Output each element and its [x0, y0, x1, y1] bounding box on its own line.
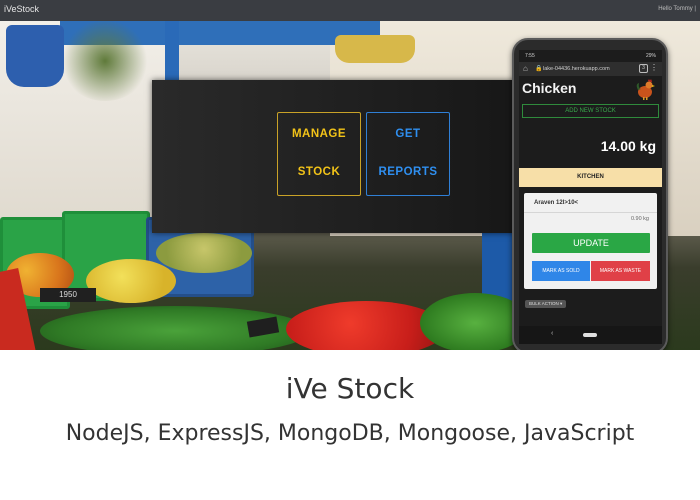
- project-title: iVe Stock: [285, 372, 415, 405]
- get-reports-line2: REPORTS: [378, 166, 438, 178]
- hero-image: 1950 MANAGE STOCK GET REPORTS 7:55 29% ⌂…: [0, 21, 700, 350]
- price-tag: 1950: [40, 288, 96, 302]
- home-icon[interactable]: ⌂: [523, 64, 528, 73]
- location-tab-kitchen[interactable]: KITCHEN: [519, 168, 662, 187]
- item-title: Chicken: [522, 80, 577, 96]
- lemons: [86, 259, 176, 303]
- battery-level: 29%: [645, 53, 656, 59]
- total-weight: 14.00 kg: [600, 138, 656, 154]
- status-time: 7:55: [525, 53, 535, 59]
- phone-mockup: 7:55 29% ⌂ 🔒 lake-04436.herokuapp.com 3 …: [512, 38, 668, 350]
- phone-screen: 7:55 29% ⌂ 🔒 lake-04436.herokuapp.com 3 …: [519, 50, 662, 344]
- stock-item-name: Araven 12l>10<: [534, 200, 579, 206]
- update-button[interactable]: UPDATE: [532, 233, 650, 253]
- mark-as-waste-button[interactable]: MARK AS WASTE: [591, 261, 650, 281]
- user-greeting[interactable]: Hello Tommy |: [658, 6, 696, 12]
- more-menu-icon[interactable]: ⋮: [650, 63, 658, 72]
- grapes: [156, 233, 252, 273]
- divider: [524, 212, 657, 213]
- android-nav-bar: ‹: [519, 326, 662, 344]
- dashboard-panel: MANAGE STOCK GET REPORTS: [152, 80, 522, 233]
- add-new-stock-button[interactable]: ADD NEW STOCK: [522, 104, 659, 118]
- get-reports-line1: GET: [395, 128, 421, 140]
- get-reports-button[interactable]: GET REPORTS: [366, 112, 450, 196]
- status-bar: 7:55 29%: [519, 50, 662, 62]
- home-pill-icon[interactable]: [583, 333, 597, 337]
- bulk-action-dropdown[interactable]: BULK ACTION ▾: [525, 300, 567, 308]
- blue-pot: [6, 25, 64, 87]
- hanging-basket: [335, 35, 415, 63]
- top-navbar: iVeStock Hello Tommy |: [0, 0, 700, 21]
- manage-stock-line1: MANAGE: [291, 128, 347, 140]
- mark-as-sold-button[interactable]: MARK AS SOLD: [532, 261, 590, 281]
- back-icon[interactable]: ‹: [551, 330, 553, 337]
- tech-stack-subtitle: NodeJS, ExpressJS, MongoDB, Mongoose, Ja…: [65, 421, 635, 446]
- browser-url-bar[interactable]: ⌂ 🔒 lake-04436.herokuapp.com 3 ⋮: [519, 62, 662, 76]
- rooster-icon: [636, 79, 655, 100]
- url-text[interactable]: lake-04436.herokuapp.com: [543, 66, 610, 72]
- brand-link[interactable]: iVeStock: [4, 4, 39, 14]
- hanging-plant: [60, 21, 150, 101]
- stock-item-card: Araven 12l>10< 0.90 kg UPDATE MARK AS SO…: [524, 193, 657, 289]
- manage-stock-button[interactable]: MANAGE STOCK: [277, 112, 361, 196]
- stock-item-weight: 0.90 kg: [630, 216, 649, 222]
- tabs-icon[interactable]: 3: [639, 64, 648, 73]
- manage-stock-line2: STOCK: [297, 166, 341, 178]
- lock-icon: 🔒: [535, 66, 543, 72]
